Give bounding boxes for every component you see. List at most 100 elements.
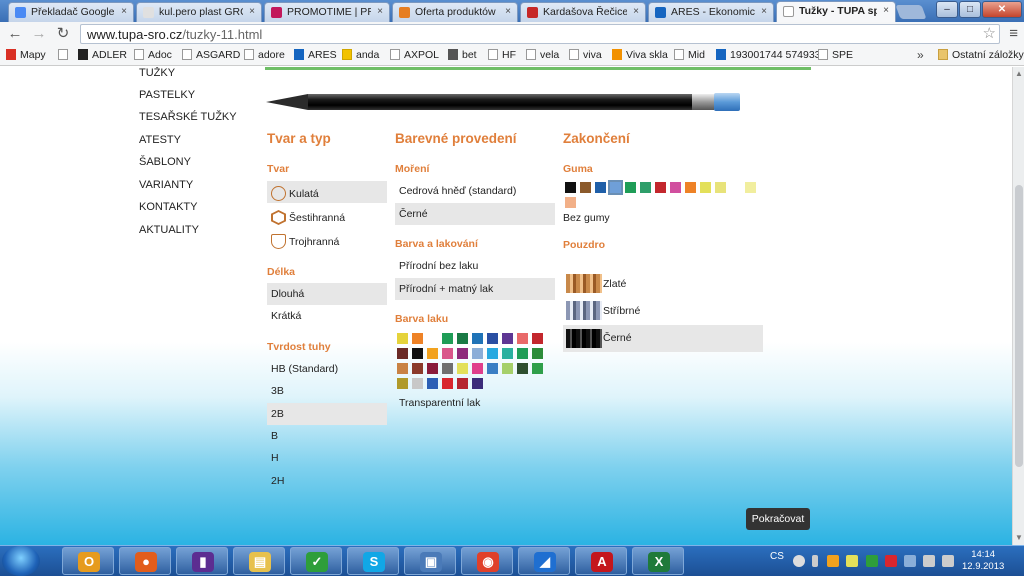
option-hardness-2b[interactable]: 2B	[267, 403, 387, 425]
tray-app-icon[interactable]	[846, 555, 858, 567]
volume-icon[interactable]	[942, 555, 954, 567]
eraser-color-swatch[interactable]	[640, 182, 651, 193]
start-button[interactable]	[2, 546, 40, 576]
option-length-long[interactable]: Dlouhá	[267, 283, 387, 305]
paint-color-swatch[interactable]	[532, 333, 543, 344]
nav-item-sablony[interactable]: ŠABLONY	[139, 156, 191, 168]
close-tab-icon[interactable]: ×	[377, 6, 383, 17]
paint-color-swatch[interactable]	[427, 378, 438, 389]
bookmark-ares[interactable]: ARES	[294, 49, 337, 61]
option-hardness-b[interactable]: B	[267, 425, 387, 447]
paint-color-swatch[interactable]	[427, 363, 438, 374]
option-hardness-hb[interactable]: HB (Standard)	[267, 358, 387, 380]
paint-color-swatch[interactable]	[517, 348, 528, 359]
back-button[interactable]: ←	[6, 25, 24, 43]
paint-color-swatch[interactable]	[517, 333, 528, 344]
taskbar-app-outlook[interactable]: O	[62, 547, 114, 575]
scrollbar-thumb[interactable]	[1015, 185, 1023, 467]
paint-color-swatch[interactable]	[397, 348, 408, 359]
taskbar-app-firefox[interactable]: ●	[119, 547, 171, 575]
eraser-color-swatch[interactable]	[715, 182, 726, 193]
window-close-button[interactable]: ✕	[982, 1, 1022, 18]
option-stain-cedar[interactable]: Cedrová hněď (standard)	[395, 180, 555, 202]
paint-color-swatch[interactable]	[442, 363, 453, 374]
option-stain-black[interactable]: Černé	[395, 203, 555, 225]
language-indicator[interactable]: CS	[770, 551, 784, 562]
taskbar-app-acrobat[interactable]: A	[575, 547, 627, 575]
paint-color-swatch[interactable]	[457, 363, 468, 374]
option-hardness-h[interactable]: H	[267, 447, 387, 469]
close-tab-icon[interactable]: ×	[883, 5, 889, 16]
tab-kardasova[interactable]: Kardašova Řečice - ×	[520, 2, 646, 22]
option-no-eraser[interactable]: Bez gumy	[559, 207, 679, 229]
eraser-color-swatch[interactable]	[625, 182, 636, 193]
option-transparent-lacquer[interactable]: Transparentní lak	[395, 392, 555, 414]
taskbar-app-excel[interactable]: X	[632, 547, 684, 575]
eraser-color-swatch[interactable]	[730, 182, 741, 193]
option-length-short[interactable]: Krátká	[267, 305, 387, 327]
action-center-icon[interactable]	[885, 555, 897, 567]
taskbar-app-explorer[interactable]: ▤	[233, 547, 285, 575]
option-shape-triangular[interactable]: Trojhranná	[267, 229, 387, 251]
bookmark-anda[interactable]: anda	[342, 49, 379, 61]
option-hardness-2h[interactable]: 2H	[267, 470, 387, 492]
bookmark-blank[interactable]	[58, 49, 72, 61]
close-tab-icon[interactable]: ×	[121, 6, 127, 17]
tab-tuzky-active[interactable]: Tužky - TUPA spol. ×	[776, 1, 896, 22]
paint-color-swatch[interactable]	[397, 333, 408, 344]
taskbar-app-green-app[interactable]: ✓	[290, 547, 342, 575]
bookmark-vela[interactable]: vela	[526, 49, 559, 61]
chrome-menu-icon[interactable]: ≡	[1009, 25, 1018, 42]
bookmark-mid[interactable]: Mid	[674, 49, 705, 61]
eraser-color-swatch[interactable]	[595, 182, 606, 193]
nav-item-atesty[interactable]: ATESTY	[139, 134, 181, 146]
tab-oferta[interactable]: Oferta produktów ×	[392, 2, 518, 22]
option-shape-hexagonal[interactable]: Šestihranná	[267, 205, 387, 227]
bookmark-mapy[interactable]: Mapy	[6, 49, 46, 61]
taskbar-app-chrome[interactable]: ◉	[461, 547, 513, 575]
paint-color-swatch[interactable]	[472, 348, 483, 359]
bookmark-bet[interactable]: bet	[448, 49, 477, 61]
eraser-color-swatch[interactable]	[580, 182, 591, 193]
address-bar[interactable]: www.tupa-sro.cz/tuzky-11.html	[80, 24, 1000, 44]
clock[interactable]: 14:14 12.9.2013	[962, 549, 1004, 573]
scroll-down-icon[interactable]: ▼	[1015, 533, 1023, 542]
paint-color-swatch[interactable]	[457, 378, 468, 389]
close-tab-icon[interactable]: ×	[761, 6, 767, 17]
minimize-button[interactable]: –	[936, 1, 958, 18]
paint-color-swatch[interactable]	[397, 363, 408, 374]
paint-color-swatch[interactable]	[412, 333, 423, 344]
tray-app-icon[interactable]	[904, 555, 916, 567]
reload-button[interactable]: ↻	[54, 25, 72, 43]
close-tab-icon[interactable]: ×	[505, 6, 511, 17]
paint-color-swatch[interactable]	[457, 333, 468, 344]
taskbar-app-blue-app[interactable]: ◢	[518, 547, 570, 575]
tab-promotime[interactable]: PROMOTIME | PRO ×	[264, 2, 390, 22]
page-scrollbar[interactable]: ▲ ▼	[1012, 67, 1024, 545]
bookmarks-overflow-chevron-icon[interactable]: »	[917, 48, 924, 62]
tab-kul-pero[interactable]: kul.pero plast GROL ×	[136, 2, 262, 22]
scroll-up-icon[interactable]: ▲	[1015, 69, 1023, 78]
chevron-up-icon[interactable]	[812, 555, 818, 567]
bookmark-adler[interactable]: ADLER	[78, 49, 127, 61]
option-shape-round[interactable]: Kulatá	[267, 181, 387, 203]
paint-color-swatch[interactable]	[502, 348, 513, 359]
paint-color-swatch[interactable]	[502, 333, 513, 344]
bookmark-viva-skla[interactable]: Viva skla	[612, 49, 668, 61]
paint-color-swatch[interactable]	[442, 333, 453, 344]
option-lacquer-natural-matte[interactable]: Přírodní + matný lak	[395, 278, 555, 300]
close-tab-icon[interactable]: ×	[249, 6, 255, 17]
paint-color-swatch[interactable]	[412, 378, 423, 389]
eraser-color-swatch[interactable]	[685, 182, 696, 193]
taskbar-app-save[interactable]: ▮	[176, 547, 228, 575]
close-tab-icon[interactable]: ×	[633, 6, 639, 17]
bookmark-asgard[interactable]: ASGARD	[182, 49, 240, 61]
eraser-color-swatch[interactable]	[565, 197, 576, 208]
bookmark-hf[interactable]: HF	[488, 49, 516, 61]
eraser-color-swatch[interactable]	[670, 182, 681, 193]
paint-color-swatch[interactable]	[487, 348, 498, 359]
nav-item-aktuality[interactable]: AKTUALITY	[139, 224, 199, 236]
taskbar-app-skype[interactable]: S	[347, 547, 399, 575]
new-tab-button[interactable]	[895, 5, 927, 19]
bookmark-adore[interactable]: adore	[244, 49, 285, 61]
